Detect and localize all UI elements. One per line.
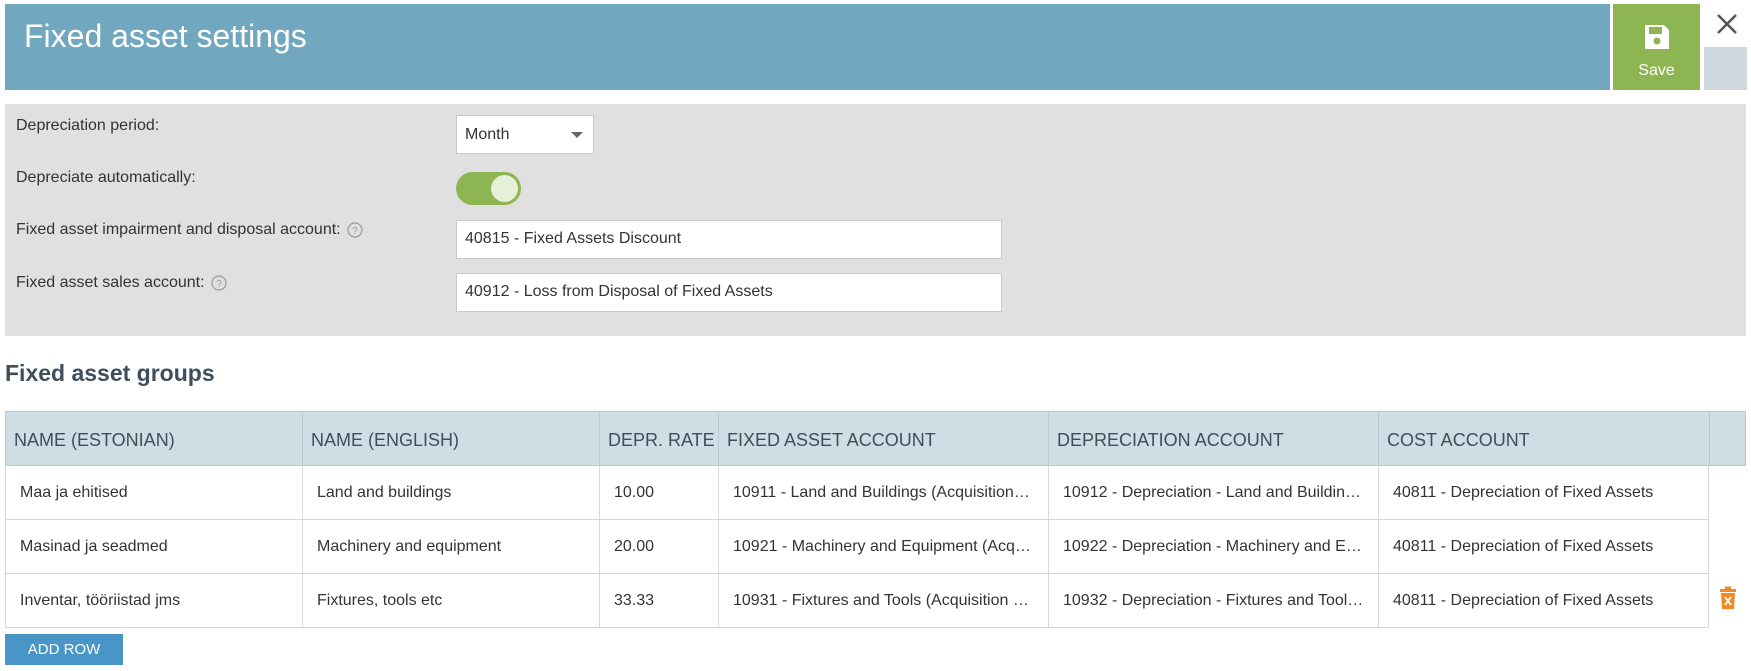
table-cell[interactable]: 40811 - Depreciation of Fixed Assets (1379, 574, 1708, 627)
close-button[interactable] (1708, 4, 1745, 44)
depreciation-period-value: Month (465, 126, 510, 143)
chevron-down-icon (571, 132, 583, 138)
column-header: COST ACCOUNT (1379, 412, 1710, 465)
column-header: DEPR. RATE (600, 412, 719, 465)
table-cell[interactable]: 20.00 (600, 520, 719, 573)
table-cell[interactable]: Machinery and equipment (303, 520, 600, 573)
column-header: DEPRECIATION ACCOUNT (1049, 412, 1379, 465)
help-icon[interactable]: ? (210, 275, 227, 291)
depreciate-automatically-toggle[interactable] (456, 172, 521, 205)
trash-icon[interactable] (1718, 586, 1738, 610)
help-icon[interactable]: ? (347, 222, 363, 238)
save-button[interactable]: Save (1613, 4, 1700, 90)
column-header: FIXED ASSET ACCOUNT (719, 412, 1049, 465)
svg-text:?: ? (352, 226, 358, 237)
save-button-label: Save (1638, 62, 1675, 79)
side-panel-block (1704, 47, 1747, 90)
table-cell[interactable]: 10.00 (600, 466, 719, 519)
depreciation-period-label: Depreciation period: (16, 117, 160, 134)
table-cell[interactable]: Maa ja ehitised (6, 466, 303, 519)
toggle-knob (491, 175, 518, 202)
table-row[interactable]: Masinad ja seadmed Machinery and equipme… (5, 520, 1709, 574)
table-cell[interactable]: Inventar, tööriistad jms (6, 574, 303, 627)
sales-account-field[interactable]: 40912 - Loss from Disposal of Fixed Asse… (456, 273, 1002, 312)
page-header: Fixed asset settings (5, 4, 1610, 90)
sales-account-label: Fixed asset sales account: (16, 274, 205, 291)
table-cell[interactable]: 10912 - Depreciation - Land and Buildin… (1049, 466, 1379, 519)
table-row[interactable]: Maa ja ehitised Land and buildings 10.00… (5, 466, 1709, 520)
table-cell[interactable]: Fixtures, tools etc (303, 574, 600, 627)
sales-account-label-row: Fixed asset sales account: ? (16, 274, 227, 292)
table-cell[interactable]: 10932 - Depreciation - Fixtures and Tool… (1049, 574, 1379, 627)
page-title: Fixed asset settings (24, 18, 307, 54)
table-cell[interactable]: 33.33 (600, 574, 719, 627)
depreciate-automatically-label: Depreciate automatically: (16, 169, 196, 186)
svg-text:?: ? (216, 279, 222, 290)
table-cell[interactable]: 10931 - Fixtures and Tools (Acquisition … (719, 574, 1049, 627)
section-title: Fixed asset groups (5, 360, 215, 386)
close-icon (1716, 14, 1737, 34)
impairment-account-field[interactable]: 40815 - Fixed Assets Discount (456, 220, 1002, 259)
floppy-disk-icon (1644, 25, 1669, 49)
table-header: NAME (ESTONIAN) NAME (ENGLISH) DEPR. RAT… (5, 411, 1746, 466)
column-header: NAME (ESTONIAN) (6, 412, 303, 465)
table-cell[interactable]: 40811 - Depreciation of Fixed Assets (1379, 466, 1708, 519)
table-cell[interactable]: 10911 - Land and Buildings (Acquisition… (719, 466, 1049, 519)
depreciation-period-select[interactable]: Month (456, 115, 594, 154)
table-cell[interactable]: 40811 - Depreciation of Fixed Assets (1379, 520, 1708, 573)
table-cell[interactable]: Masinad ja seadmed (6, 520, 303, 573)
table-cell[interactable]: 10922 - Depreciation - Machinery and E… (1049, 520, 1379, 573)
table-row[interactable]: Inventar, tööriistad jms Fixtures, tools… (5, 574, 1709, 628)
table-cell[interactable]: Land and buildings (303, 466, 600, 519)
column-header: NAME (ENGLISH) (303, 412, 600, 465)
add-row-button[interactable]: ADD ROW (5, 634, 123, 665)
impairment-account-label-row: Fixed asset impairment and disposal acco… (16, 221, 363, 239)
table-cell[interactable]: 10921 - Machinery and Equipment (Acq… (719, 520, 1049, 573)
impairment-account-label: Fixed asset impairment and disposal acco… (16, 221, 341, 238)
